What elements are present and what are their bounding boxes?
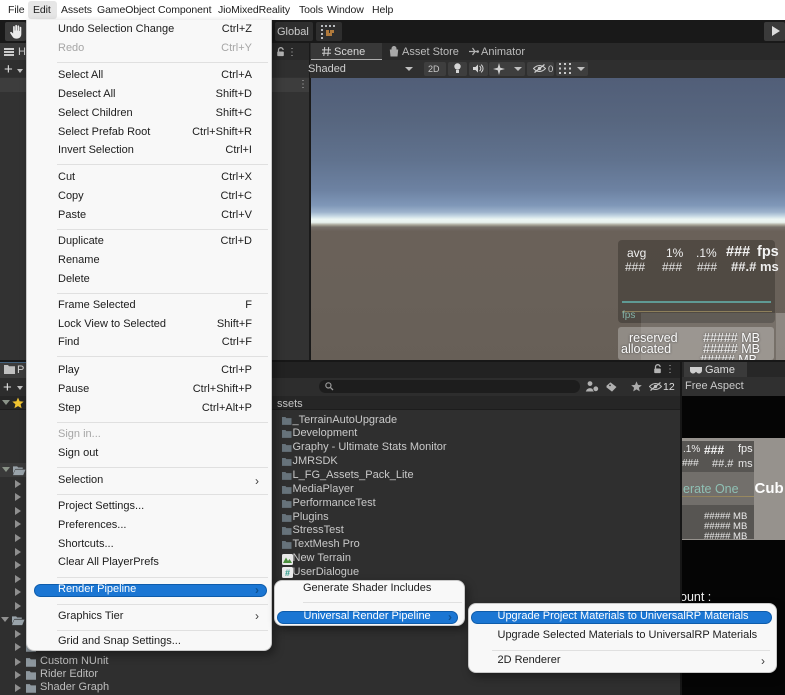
svg-text:#: # (285, 568, 290, 578)
